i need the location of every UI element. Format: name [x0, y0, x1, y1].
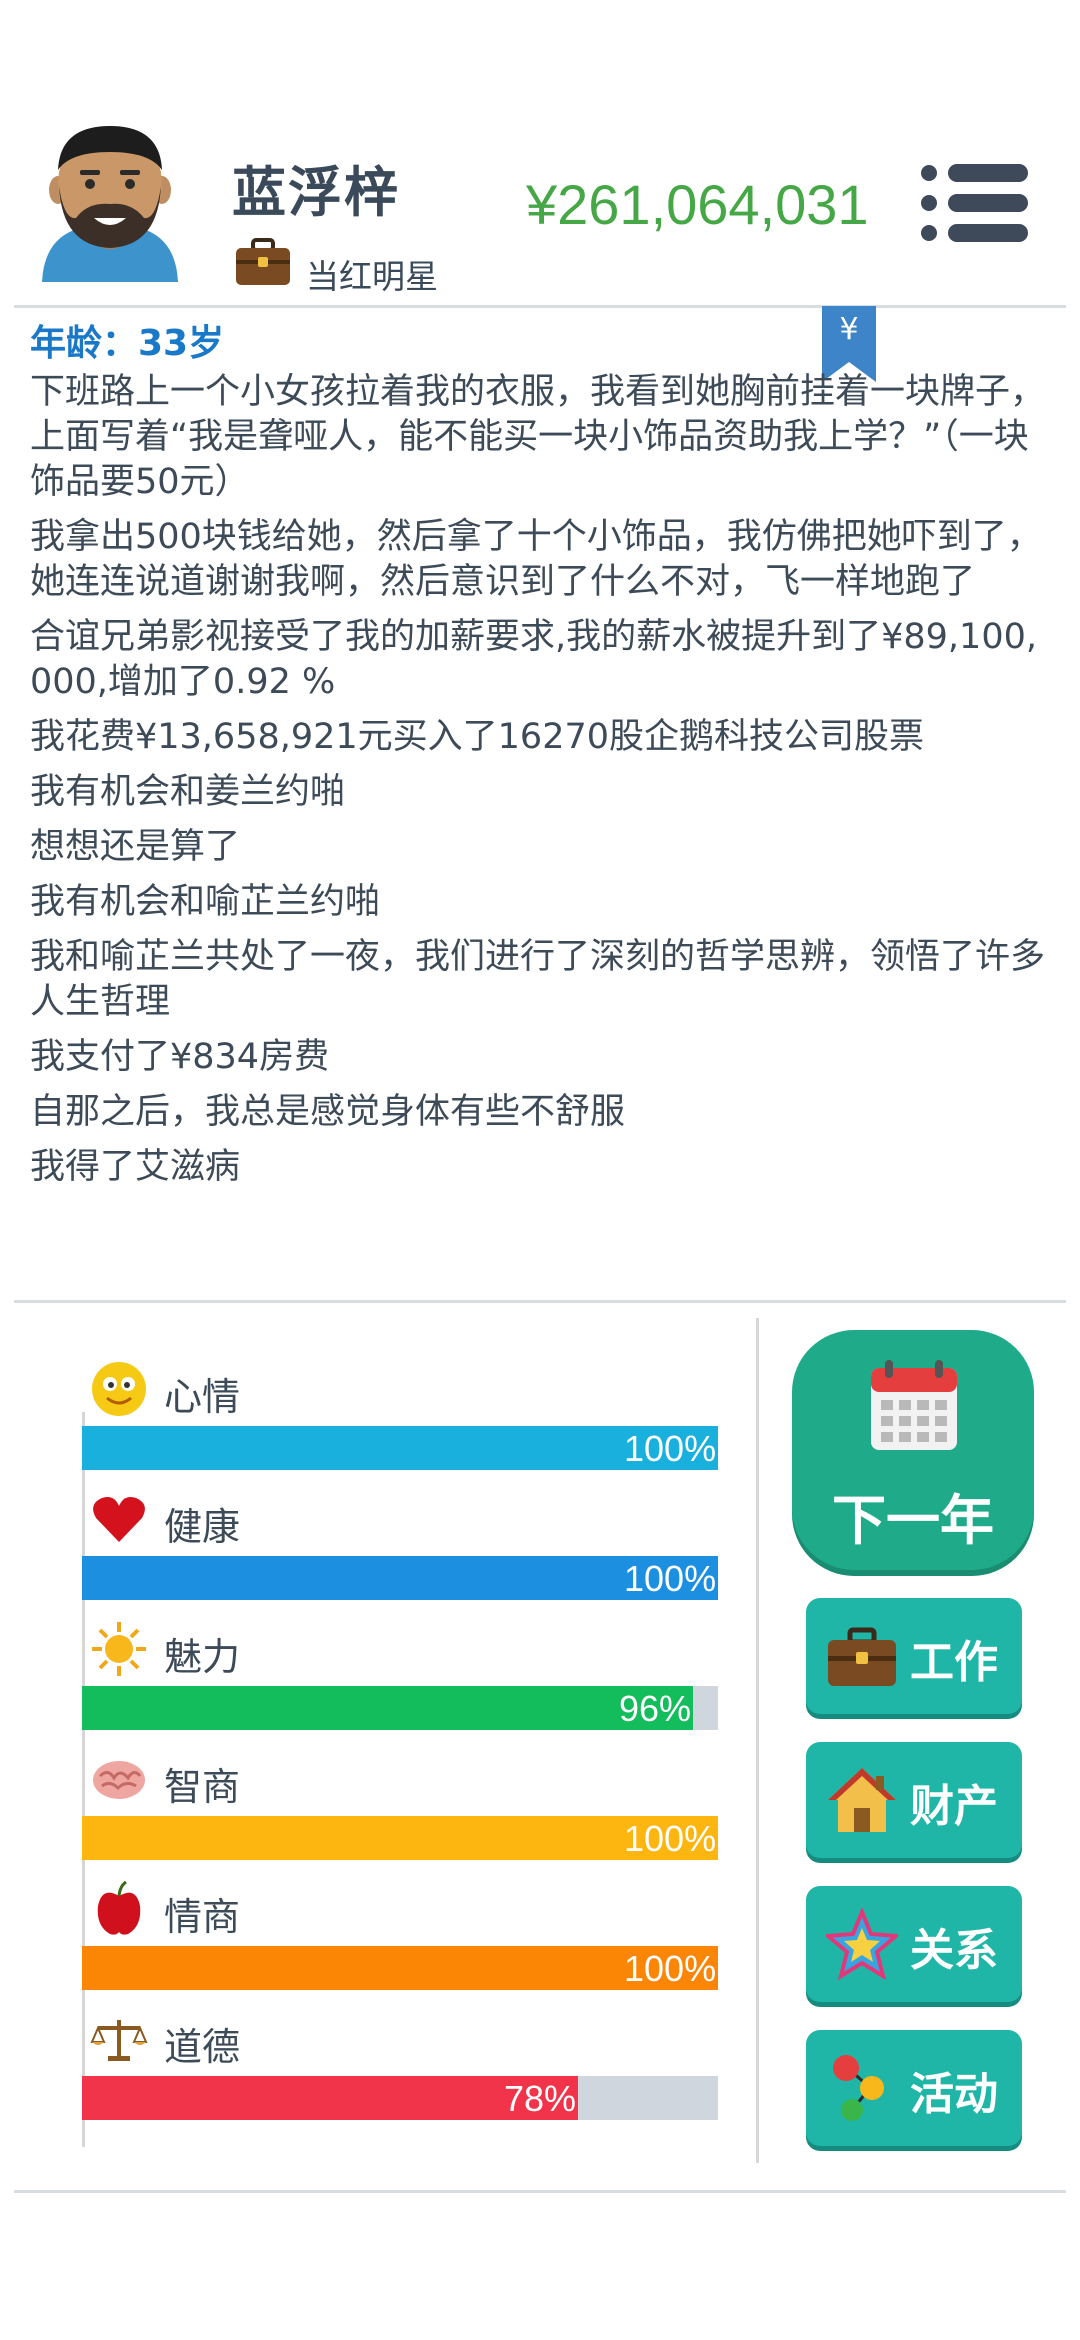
heart-icon: [93, 1497, 145, 1542]
briefcase-icon: [828, 1627, 896, 1686]
relations-button[interactable]: 关系: [806, 1886, 1022, 2002]
apple-icon: [97, 1880, 141, 1935]
stat-label: 道德: [164, 2025, 241, 2069]
next-year-button[interactable]: 下一年: [792, 1330, 1034, 1570]
log-entry: 我有机会和喻芷兰约啪: [30, 882, 381, 922]
stat-label: 智商: [164, 1765, 241, 1809]
star-icon: [826, 1908, 898, 1980]
stat-label: 健康: [164, 1505, 241, 1549]
panel-separator: [756, 1318, 759, 2163]
log-divider: [14, 1300, 1066, 1303]
footer-divider: [14, 2190, 1066, 2193]
stat-charm: 魅力 96%: [80, 1620, 720, 1750]
stat-bar: [82, 1426, 718, 1470]
stat-percent: 96%: [619, 1688, 692, 1729]
log-entry: 我有机会和姜兰约啪: [30, 772, 346, 812]
calendar-icon: [871, 1360, 957, 1450]
stat-label: 情商: [164, 1895, 241, 1939]
stat-bar: [82, 1946, 718, 1990]
stat-mood: 心情 100%: [80, 1360, 720, 1490]
stat-track: 96%: [82, 1686, 718, 1730]
stat-iq: 智商 100%: [80, 1750, 720, 1880]
work-button[interactable]: 工作: [806, 1598, 1022, 1714]
bearded-man-avatar[interactable]: [40, 122, 180, 282]
stat-bar: [82, 1816, 718, 1860]
log-entry: 合谊兄弟影视接受了我的加薪要求,我的薪水被提升到了¥89,100,000,增加了…: [30, 617, 1037, 702]
next-year-label: 下一年: [832, 1489, 994, 1552]
smiley-icon: [92, 1362, 146, 1416]
stat-label: 心情: [164, 1375, 241, 1419]
house-icon: [828, 1768, 896, 1832]
stat-percent: 100%: [624, 1948, 717, 1989]
money-amount: ¥261,064,031: [526, 173, 869, 236]
relations-label: 关系: [910, 1925, 998, 1976]
property-button[interactable]: 财产: [806, 1742, 1022, 1858]
header: 蓝浮梓 当红明星 ¥261,064,031: [0, 0, 1080, 310]
stat-bar: [82, 1556, 718, 1600]
stat-percent: 100%: [624, 1558, 717, 1599]
stat-percent: 100%: [624, 1428, 717, 1469]
sun-icon: [92, 1622, 146, 1676]
age-label: 年龄：33岁: [30, 323, 225, 364]
activities-label: 活动: [910, 2069, 998, 2120]
scales-icon: [90, 2020, 148, 2061]
menu-icon[interactable]: [920, 162, 1030, 244]
stat-label: 魅力: [164, 1635, 241, 1679]
property-label: 财产: [910, 1781, 998, 1832]
player-name: 蓝浮梓: [232, 161, 400, 224]
header-divider: [14, 305, 1066, 308]
bookmark-label: ¥: [839, 312, 859, 347]
job-title: 当红明星: [306, 257, 438, 296]
log-entry: 我支付了¥834房费: [30, 1037, 330, 1077]
stat-eq: 情商 100%: [80, 1880, 720, 2010]
stat-track: 78%: [82, 2076, 718, 2120]
stat-track: 100%: [82, 1426, 718, 1470]
stat-morality: 道德 78%: [80, 2010, 720, 2140]
stat-health: 健康 100%: [80, 1490, 720, 1620]
event-log: 下班路上一个小女孩拉着我的衣服，我看到她胸前挂着一块牌子，上面写着“我是聋哑人，…: [30, 370, 1052, 1200]
stat-track: 100%: [82, 1556, 718, 1600]
activities-button[interactable]: 活动: [806, 2030, 1022, 2146]
stat-track: 100%: [82, 1816, 718, 1860]
work-label: 工作: [910, 1637, 998, 1688]
log-entry: 下班路上一个小女孩拉着我的衣服，我看到她胸前挂着一块牌子，上面写着“我是聋哑人，…: [30, 372, 1046, 502]
log-entry: 自那之后，我总是感觉身体有些不舒服: [30, 1092, 626, 1132]
brain-icon: [93, 1761, 145, 1799]
stat-bar: [82, 1686, 693, 1730]
log-entry: 我花费¥13,658,921元买入了16270股企鹅科技公司股票: [30, 717, 925, 757]
log-entry: 我和喻芷兰共处了一夜，我们进行了深刻的哲学思辨，领悟了许多人生哲理: [30, 937, 1046, 1022]
stat-percent: 100%: [624, 1818, 717, 1859]
stat-percent: 78%: [504, 2078, 577, 2119]
log-entry: 我拿出500块钱给她，然后拿了十个小饰品，我仿佛把她吓到了，她连连说道谢谢我啊，…: [30, 517, 1042, 602]
briefcase-icon: [236, 238, 290, 285]
log-entry: 我得了艾滋病: [30, 1147, 241, 1187]
log-entry: 想想还是算了: [30, 827, 241, 867]
stat-track: 100%: [82, 1946, 718, 1990]
molecule-icon: [833, 2055, 884, 2121]
